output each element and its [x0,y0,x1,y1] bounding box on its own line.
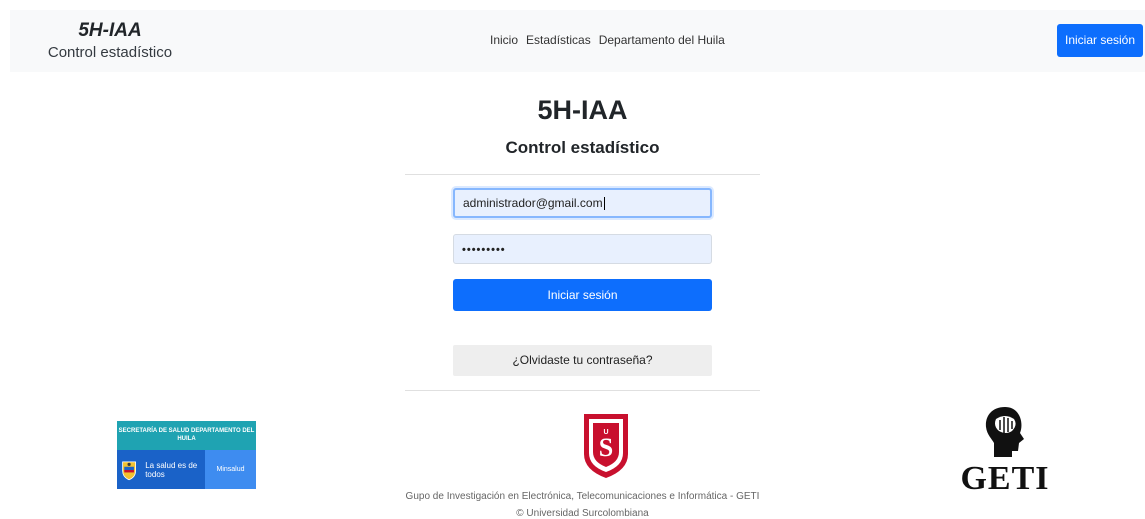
usco-logo: S U [584,414,628,478]
text-cursor [603,197,605,211]
colombia-shield-icon [122,460,136,480]
password-field[interactable]: ••••••••• [453,234,712,264]
svg-text:U: U [603,429,608,436]
divider-bottom [405,390,760,391]
secretaria-salud-logo: SECRETARÍA DE SALUD DEPARTAMENTO DEL HUI… [117,421,256,489]
salud-logo-slogan: La salud es de todos [145,460,198,479]
nav-link-inicio[interactable]: Inicio [490,33,518,47]
page-subtitle: Control estadístico [505,138,660,157]
brand-subtitle: Control estadístico [47,44,173,61]
minsalud-label: Minsalud [205,450,256,489]
login-button[interactable]: Iniciar sesión [453,279,712,311]
email-field[interactable]: administrador@gmail.com [453,188,712,218]
nav-link-estadisticas[interactable]: Estadísticas [526,33,591,47]
geti-logo: GETI [950,405,1060,505]
brain-head-icon [985,407,1024,457]
brand-title[interactable]: 5H-IAA [30,20,190,42]
research-group-text: Gupo de Investigación en Electrónica, Te… [405,491,760,502]
copyright-text: © Universidad Surcolombiana [516,508,649,519]
navbar: 5H-IAA Control estadístico Inicio Estadí… [10,10,1145,72]
navbar-login-button[interactable]: Iniciar sesión [1057,24,1143,57]
svg-text:S: S [599,433,613,462]
geti-logo-text: GETI [960,460,1050,497]
password-mask: ••••••••• [462,244,506,256]
email-value: administrador@gmail.com [463,196,603,210]
nav-links: Inicio Estadísticas Departamento del Hui… [490,33,725,47]
page-title: 5H-IAA [537,95,628,125]
brand[interactable]: 5H-IAA Control estadístico [30,20,190,63]
divider-top [405,174,760,175]
forgot-password-button[interactable]: ¿Olvidaste tu contraseña? [453,345,712,376]
salud-logo-header: SECRETARÍA DE SALUD DEPARTAMENTO DEL HUI… [117,421,256,450]
nav-link-departamento[interactable]: Departamento del Huila [599,33,725,47]
